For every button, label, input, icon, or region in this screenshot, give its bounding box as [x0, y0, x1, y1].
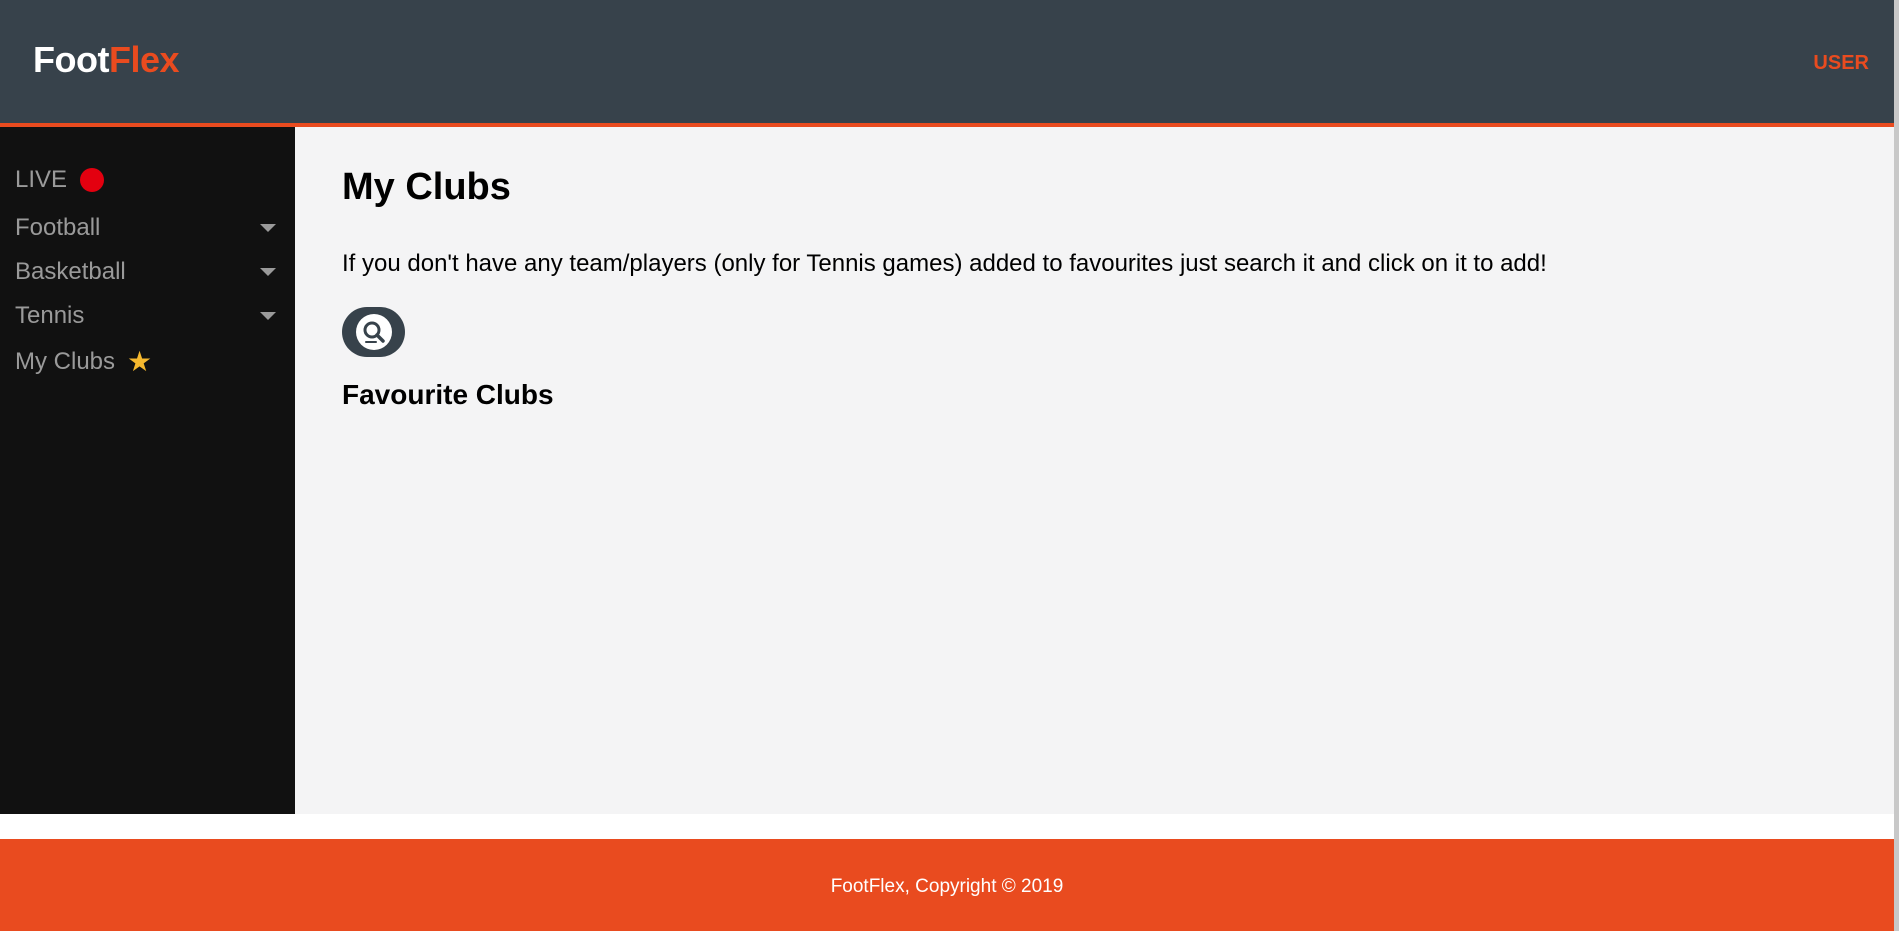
favourite-clubs-heading: Favourite Clubs	[342, 379, 554, 410]
sidebar-item-basketball[interactable]: Basketball	[15, 255, 280, 289]
sidebar-item-label: Basketball	[15, 258, 126, 285]
sidebar-item-football[interactable]: Football	[15, 211, 280, 245]
user-link[interactable]: USER	[1813, 52, 1869, 75]
star-icon: ★	[127, 346, 153, 377]
logo-text-flex: Flex	[108, 39, 180, 80]
caret-down-icon[interactable]	[260, 224, 276, 232]
caret-down-icon[interactable]	[260, 268, 276, 276]
caret-down-icon[interactable]	[260, 312, 276, 320]
search-icon	[355, 314, 392, 350]
sidebar-item-my-clubs[interactable]: My Clubs ★	[15, 345, 280, 379]
sidebar-item-label: Football	[15, 214, 101, 241]
copyright-text: FootFlex, Copyright © 2019	[830, 876, 1064, 897]
sidebar-item-label: My Clubs	[15, 348, 116, 375]
sidebar-item-live[interactable]: LIVE	[15, 163, 280, 197]
page: FootFlex USER LIVE Football Basketball T…	[0, 0, 1894, 931]
sidebar-item-label: LIVE	[15, 166, 68, 193]
sidebar-item-tennis[interactable]: Tennis	[15, 299, 280, 333]
instructions-text: If you don't have any team/players (only…	[342, 250, 1547, 277]
main-content: My Clubs If you don't have any team/play…	[295, 127, 1894, 814]
search-button[interactable]	[342, 307, 405, 357]
sidebar: LIVE Football Basketball Tennis My Clubs…	[0, 127, 295, 814]
page-title: My Clubs	[342, 166, 511, 208]
live-dot-icon	[80, 168, 105, 192]
page-scrollbar[interactable]	[1894, 0, 1899, 931]
top-header: FootFlex USER	[0, 0, 1894, 127]
sidebar-item-label: Tennis	[15, 302, 85, 329]
footflex-logo[interactable]: FootFlex	[33, 39, 180, 80]
logo-text-foot: Foot	[33, 39, 109, 80]
footer: FootFlex, Copyright © 2019	[0, 839, 1894, 931]
